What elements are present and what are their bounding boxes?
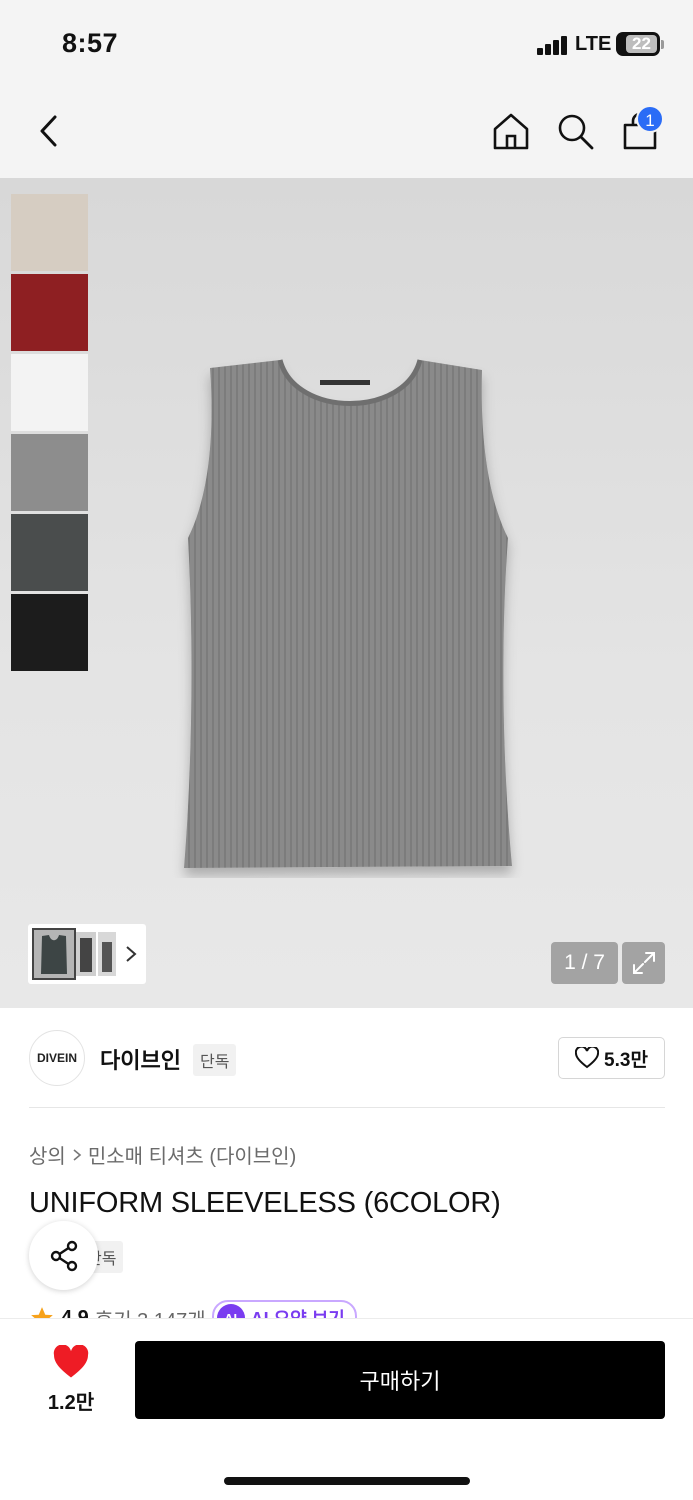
breadcrumb-item[interactable]: 민소매 티셔츠 (다이브인): [88, 1140, 296, 1169]
exclusive-badge: 단독: [193, 1044, 237, 1076]
share-icon: [50, 1240, 77, 1271]
brand-like-button[interactable]: 5.3만: [558, 1037, 665, 1079]
image-thumbnails[interactable]: [28, 924, 146, 984]
product-title: UNIFORM SLEEVELESS (6COLOR): [29, 1187, 501, 1219]
search-button[interactable]: [552, 108, 598, 154]
expand-icon: [632, 952, 655, 974]
home-button[interactable]: [488, 108, 534, 154]
color-swatch-white[interactable]: [11, 354, 88, 431]
product-gallery[interactable]: 1 / 7: [0, 178, 693, 1008]
cart-count-badge: 1: [636, 105, 664, 133]
heart-filled-icon: [53, 1344, 89, 1378]
search-icon: [558, 114, 594, 150]
image-counter: 1 / 7: [551, 942, 618, 984]
color-swatch-charcoal[interactable]: [11, 514, 88, 591]
buy-button[interactable]: 구매하기: [135, 1341, 665, 1419]
chevron-left-icon: [40, 115, 57, 147]
top-nav: [0, 90, 693, 178]
breadcrumb-item[interactable]: 상의: [29, 1140, 66, 1169]
network-type: LTE: [575, 33, 612, 55]
chevron-right-icon: [126, 946, 137, 962]
back-button[interactable]: [26, 108, 72, 154]
home-indicator: [224, 1477, 470, 1485]
brand-name[interactable]: 다이브인: [100, 1043, 181, 1075]
wishlist-count: 1.2만: [47, 1392, 95, 1414]
brand-logo[interactable]: DIVEIN: [29, 1030, 85, 1086]
rating-row: 4.9 후기 3,147개 AI AI 요약 보기: [29, 1298, 429, 1320]
color-swatch-gray[interactable]: [11, 434, 88, 511]
ai-summary-button[interactable]: AI AI 요약 보기: [211, 1300, 357, 1320]
share-button[interactable]: [29, 1221, 98, 1290]
color-swatch-red[interactable]: [11, 274, 88, 351]
thumbnail-selected[interactable]: [32, 928, 76, 980]
color-swatch-black[interactable]: [11, 594, 88, 671]
status-time: 8:57: [62, 28, 119, 58]
brand-like-count: 5.3만: [604, 1049, 648, 1071]
home-icon: [493, 113, 529, 150]
divider: [29, 1107, 665, 1108]
wishlist-button[interactable]: 1.2만: [36, 1344, 106, 1415]
battery-level: 22: [632, 34, 651, 53]
color-swatch-beige[interactable]: [11, 194, 88, 271]
signal-icon: [537, 35, 569, 55]
product-image: [184, 359, 512, 868]
status-bar: 8:57 LTE 22: [0, 0, 693, 90]
bottom-action-bar: 1.2만 구매하기: [0, 1318, 693, 1500]
battery-icon: 22: [616, 32, 660, 56]
breadcrumb: 상의 민소매 티셔츠 (다이브인): [29, 1140, 296, 1169]
expand-button[interactable]: [622, 942, 665, 984]
heart-outline-icon: [575, 1047, 600, 1069]
chevron-right-icon: [73, 1148, 82, 1161]
